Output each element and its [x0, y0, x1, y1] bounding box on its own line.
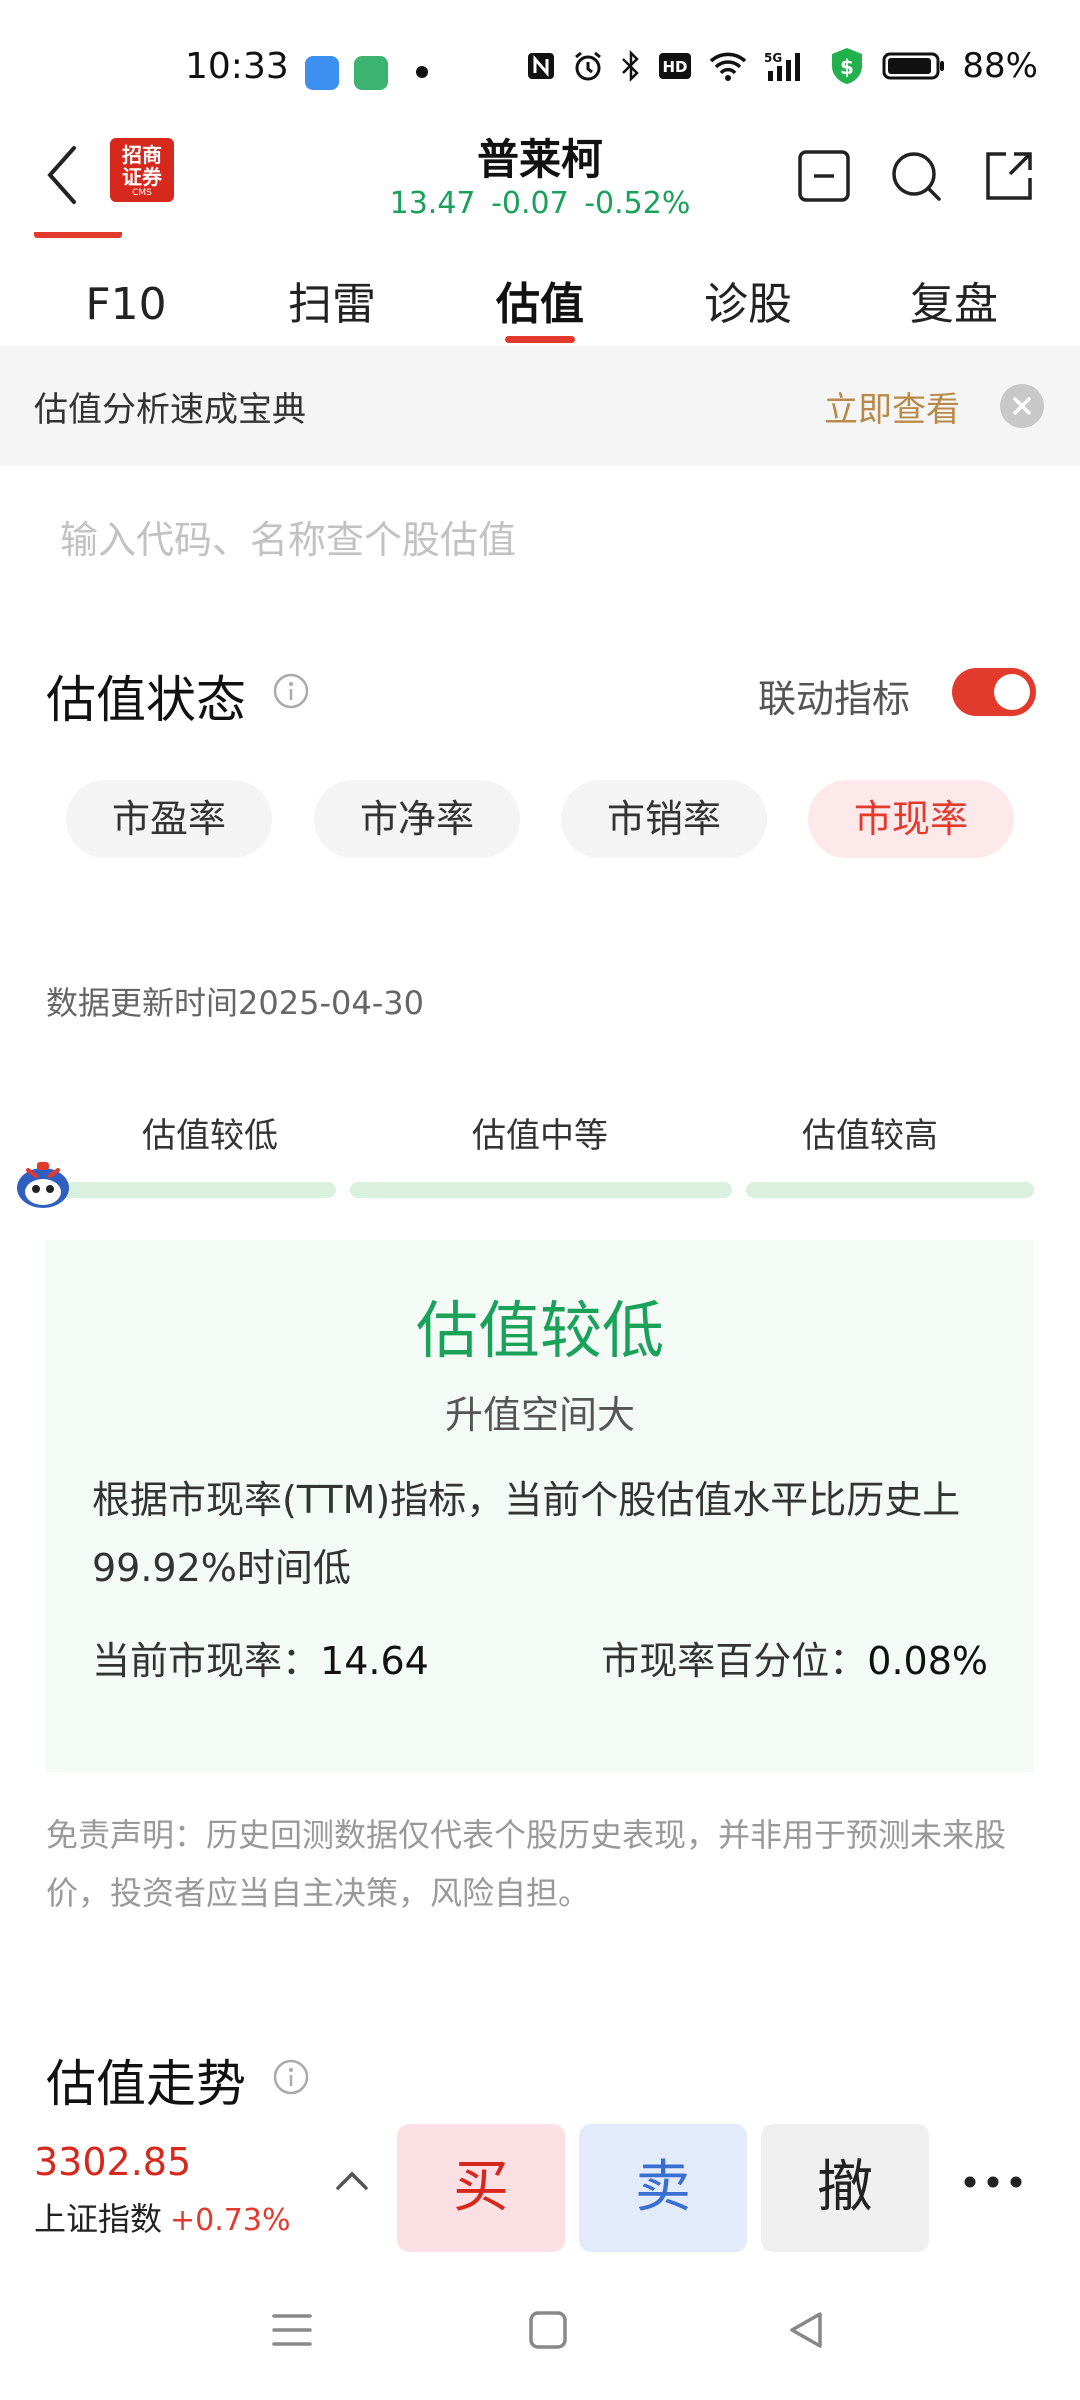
metric-pcf-ratio[interactable]: 市现率	[808, 780, 1014, 858]
stock-search-input[interactable]	[60, 510, 1020, 570]
current-pcf-label: 当前市现率：	[92, 1639, 321, 1683]
active-tab-indicator	[505, 336, 575, 343]
chevron-up-icon[interactable]	[330, 2160, 374, 2204]
status-bar: 10:33 HD 5G $ 88%	[0, 0, 1080, 140]
current-pcf: 当前市现率：14.64	[92, 1630, 429, 1685]
security-shield-icon: $	[832, 48, 863, 84]
stock-price: 13.47	[389, 186, 476, 221]
alarm-icon	[575, 51, 602, 81]
pcf-percentile-label: 市现率百分位：	[601, 1639, 868, 1683]
svg-text:HD: HD	[663, 58, 688, 76]
toggle-knob	[994, 674, 1030, 710]
svg-text:5G: 5G	[764, 51, 782, 65]
data-update-time: 数据更新时间2025-04-30	[46, 984, 424, 1022]
cancel-order-button[interactable]: 撤	[761, 2124, 929, 2252]
stock-change: -0.07	[491, 186, 569, 221]
nfc-icon	[528, 53, 555, 79]
promo-banner[interactable]: 估值分析速成宝典 立即查看	[0, 346, 1080, 466]
trade-bar: 3302.85 上证指数 +0.73% 买 卖 撤	[0, 2110, 1080, 2260]
scale-label-medium: 估值中等	[472, 1116, 608, 1156]
home-icon[interactable]	[528, 2310, 568, 2350]
banner-view-link[interactable]: 立即查看	[824, 382, 960, 431]
cellular-signal-icon: 5G	[764, 51, 801, 81]
tab-f10[interactable]: F10	[18, 250, 234, 346]
disclaimer-text: 免责声明：历史回测数据仅代表个股历史表现，并非用于预测未来股价，投资者应当自主决…	[46, 1816, 1007, 1912]
info-icon[interactable]	[272, 2058, 310, 2096]
scale-segment-low	[56, 1182, 336, 1198]
valuation-status-title: 估值状态	[46, 671, 246, 729]
tab-valuation[interactable]: 估值	[432, 250, 648, 346]
info-icon[interactable]	[272, 672, 310, 710]
scale-label-high: 估值较高	[802, 1116, 938, 1156]
more-icon[interactable]	[958, 2160, 1028, 2204]
app-notification-icon	[305, 56, 339, 90]
back-icon[interactable]	[786, 2310, 826, 2350]
hd-icon: HD	[659, 53, 692, 79]
index-name: 上证指数	[34, 2200, 163, 2238]
linkage-toggle[interactable]	[952, 668, 1036, 716]
system-navigation-bar	[0, 2260, 1080, 2400]
scale-segment-high	[746, 1182, 1034, 1198]
current-pcf-value: 14.64	[320, 1639, 429, 1683]
buy-button[interactable]: 买	[397, 2124, 565, 2252]
metric-pb-ratio[interactable]: 市净率	[314, 780, 520, 858]
battery-icon	[882, 52, 945, 80]
bluetooth-icon	[622, 50, 640, 82]
tab-diagnosis[interactable]: 诊股	[640, 250, 856, 346]
sell-button[interactable]: 卖	[579, 2124, 747, 2252]
share-icon[interactable]	[980, 148, 1036, 204]
valuation-level: 估值较低	[415, 1294, 664, 1367]
metric-pe-ratio[interactable]: 市盈率	[66, 780, 272, 858]
scale-segment-medium	[350, 1182, 732, 1198]
stock-header: 招商证券 CMS 普莱柯 13.47 -0.07 -0.52%	[0, 120, 1080, 240]
pcf-percentile-value: 0.08%	[867, 1639, 988, 1683]
valuation-result-card: 估值较低 升值空间大 根据市现率(TTM)指标，当前个股估值水平比历史上99.9…	[46, 1240, 1034, 1772]
close-icon[interactable]	[1000, 384, 1044, 428]
index-change: +0.73%	[170, 2203, 291, 2238]
index-value[interactable]: 3302.85	[34, 2140, 191, 2184]
tab-minesweeper[interactable]: 扫雷	[224, 250, 440, 346]
valuation-description: 根据市现率(TTM)指标，当前个股估值水平比历史上99.92%时间低	[92, 1478, 961, 1590]
status-time: 10:33	[185, 46, 289, 87]
mascot-marker-icon	[17, 1162, 69, 1208]
analysis-tabs: F10 扫雷 估值 诊股 复盘	[0, 250, 1080, 346]
valuation-subtitle: 升值空间大	[444, 1393, 635, 1437]
search-icon[interactable]	[888, 148, 944, 204]
scale-label-low: 估值较低	[142, 1116, 278, 1156]
metric-ps-ratio[interactable]: 市销率	[561, 780, 767, 858]
battery-percentage: 88%	[962, 46, 1038, 86]
tab-review[interactable]: 复盘	[846, 250, 1062, 346]
banner-title: 估值分析速成宝典	[34, 390, 306, 430]
linkage-indicator-label: 联动指标	[758, 677, 911, 721]
menu-icon[interactable]	[270, 2310, 314, 2350]
valuation-trend-title: 估值走势	[46, 2055, 246, 2113]
svg-text:$: $	[840, 55, 854, 79]
stock-change-pct: -0.52%	[584, 186, 691, 221]
minus-square-icon[interactable]	[796, 148, 852, 204]
pcf-percentile: 市现率百分位：0.08%	[601, 1630, 988, 1685]
index-info[interactable]: 上证指数 +0.73%	[34, 2194, 290, 2240]
wifi-icon	[710, 52, 747, 81]
section-indicator	[34, 232, 122, 238]
message-notification-icon	[354, 56, 388, 90]
more-notifications-dot	[416, 66, 428, 78]
